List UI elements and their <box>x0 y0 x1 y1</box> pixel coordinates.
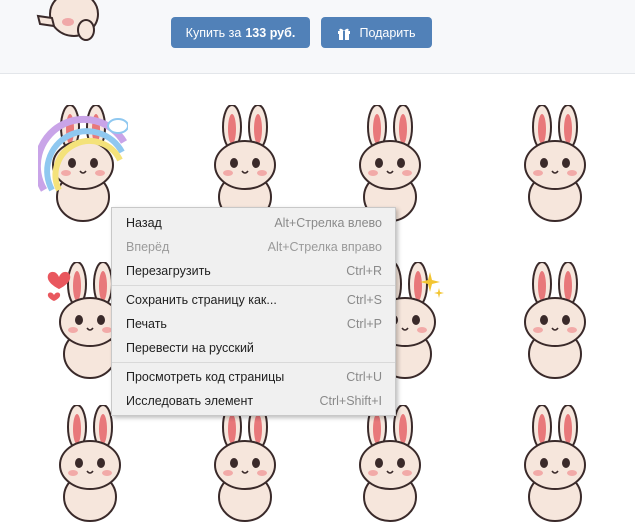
menu-item-label: Вперёд <box>126 240 170 254</box>
menu-item-shortcut: Ctrl+U <box>346 370 382 384</box>
bunny-sticker[interactable] <box>45 405 135 525</box>
menu-item-back[interactable]: Назад Alt+Стрелка влево <box>112 212 395 234</box>
bunny-sticker[interactable] <box>200 405 290 525</box>
menu-item-label: Перевести на русский <box>126 341 254 355</box>
context-menu: Назад Alt+Стрелка влево Вперёд Alt+Стрел… <box>111 207 396 416</box>
menu-item-label: Перезагрузить <box>126 264 211 278</box>
menu-item-reload[interactable]: Перезагрузить Ctrl+R <box>112 260 395 282</box>
menu-item-save-page[interactable]: Сохранить страницу как... Ctrl+S <box>112 289 395 311</box>
buy-button-price: 133 руб. <box>245 25 296 40</box>
bunny-sticker[interactable] <box>345 405 435 525</box>
menu-item-translate[interactable]: Перевести на русский <box>112 337 395 359</box>
menu-item-shortcut: Ctrl+S <box>346 293 382 307</box>
bunny-sticker[interactable] <box>34 0 108 46</box>
menu-separator <box>112 362 395 363</box>
menu-item-shortcut: Ctrl+P <box>346 317 382 331</box>
buy-button[interactable]: Купить за 133 руб. <box>171 17 310 48</box>
bunny-sticker[interactable] <box>510 105 600 225</box>
menu-item-shortcut: Alt+Стрелка влево <box>274 216 382 230</box>
menu-item-view-source[interactable]: Просмотреть код страницы Ctrl+U <box>112 366 395 388</box>
menu-item-shortcut: Ctrl+Shift+I <box>319 394 382 408</box>
menu-item-print[interactable]: Печать Ctrl+P <box>112 313 395 335</box>
menu-separator <box>112 285 395 286</box>
buy-button-label: Купить за <box>185 25 242 40</box>
menu-item-label: Исследовать элемент <box>126 394 254 408</box>
menu-item-shortcut: Alt+Стрелка вправо <box>267 240 382 254</box>
menu-item-forward: Вперёд Alt+Стрелка вправо <box>112 236 395 258</box>
menu-item-shortcut: Ctrl+R <box>346 264 382 278</box>
gift-button[interactable]: Подарить <box>321 17 432 48</box>
rainbow-icon <box>38 115 128 192</box>
bunny-sticker[interactable] <box>510 405 600 525</box>
menu-item-label: Сохранить страницу как... <box>126 293 277 307</box>
menu-item-label: Печать <box>126 317 167 331</box>
sticker-pack-header: Купить за 133 руб. Подарить <box>0 0 635 74</box>
gift-icon <box>337 26 351 40</box>
menu-item-inspect[interactable]: Исследовать элемент Ctrl+Shift+I <box>112 390 395 412</box>
bunny-sticker[interactable] <box>510 262 600 382</box>
heart-icon <box>47 271 71 301</box>
gift-button-label: Подарить <box>359 25 416 40</box>
menu-item-label: Назад <box>126 216 162 230</box>
sparkle-icon <box>420 272 444 298</box>
menu-item-label: Просмотреть код страницы <box>126 370 285 384</box>
